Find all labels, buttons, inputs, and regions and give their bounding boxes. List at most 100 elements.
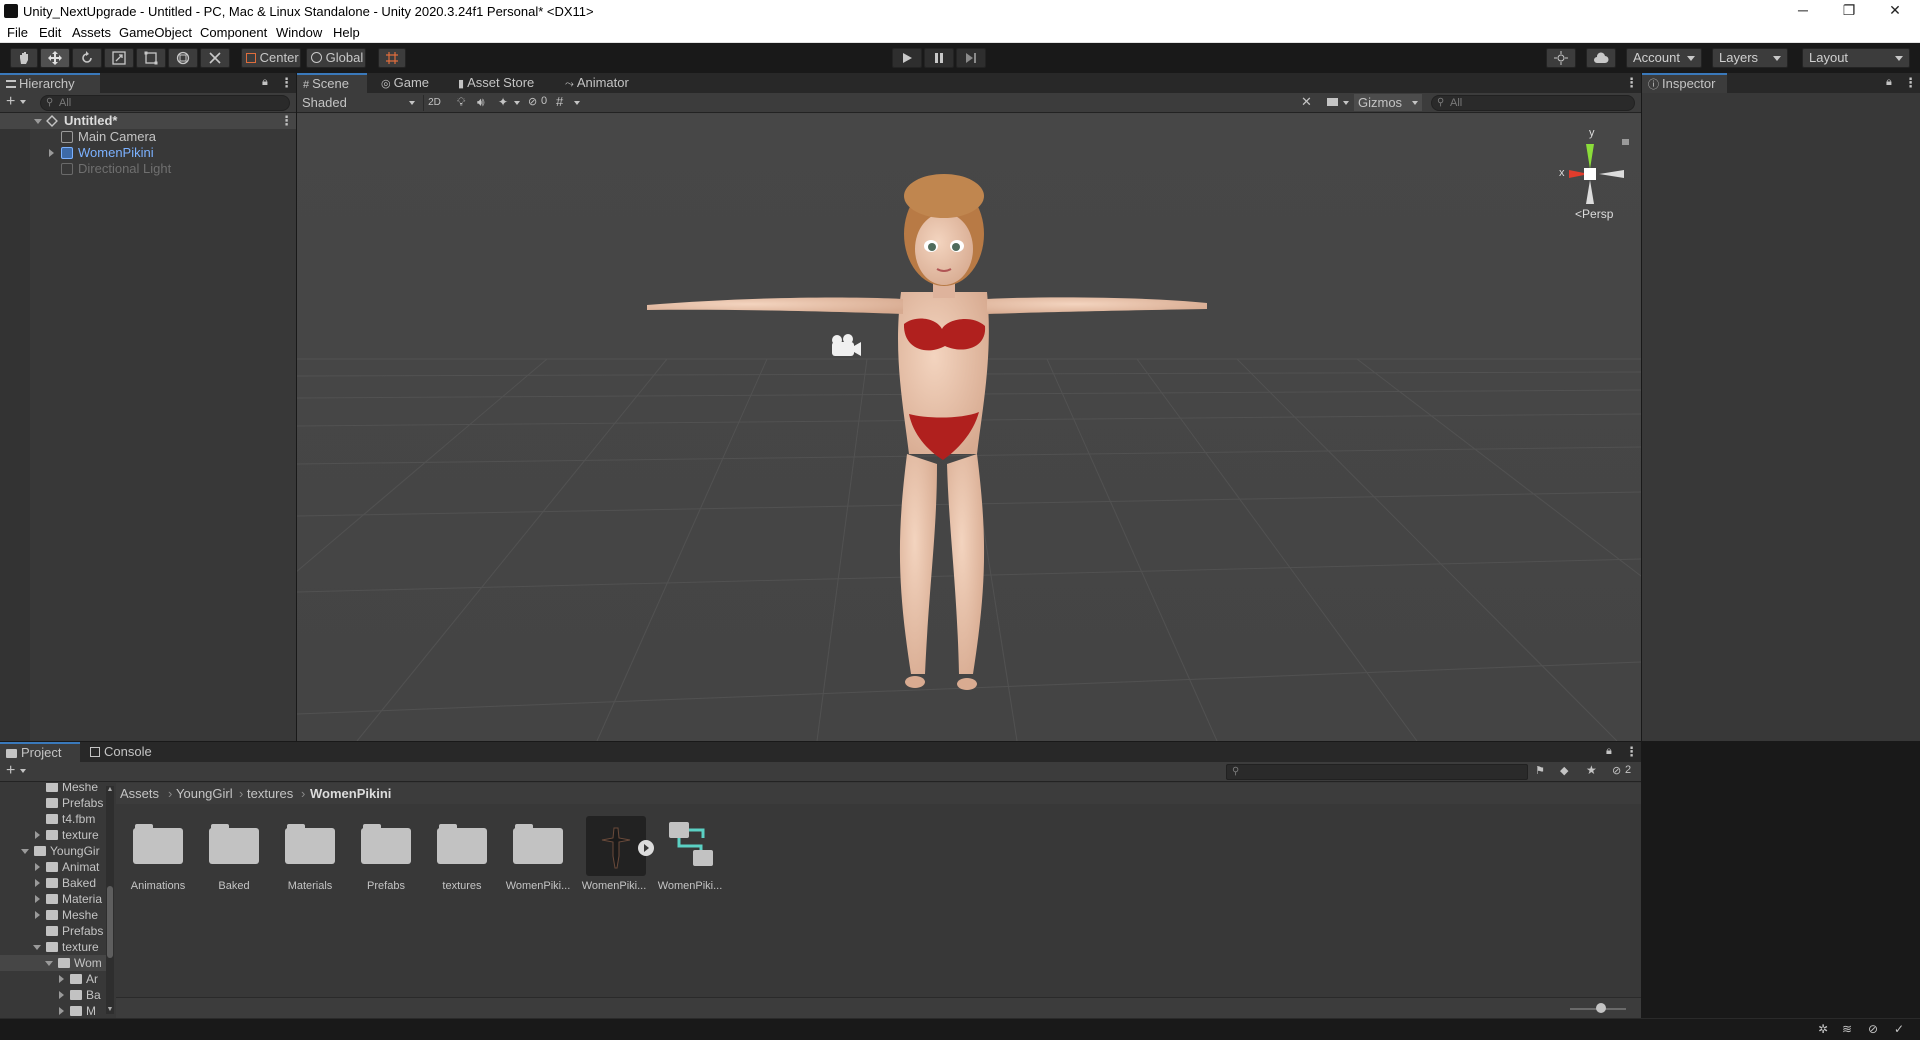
project-tree-item[interactable]: Meshe xyxy=(0,783,106,795)
scroll-down-icon[interactable]: ▼ xyxy=(106,1006,114,1014)
restore-button[interactable]: ❐ xyxy=(1826,0,1872,22)
minimize-button[interactable]: ─ xyxy=(1780,0,1826,22)
scene-menu-icon[interactable]: ⋮ xyxy=(280,113,293,129)
pause-button[interactable] xyxy=(924,48,954,68)
project-tree-item[interactable]: Baked xyxy=(0,875,106,891)
asset-item[interactable]: WomenPiki... xyxy=(500,804,576,896)
scroll-up-icon[interactable]: ▲ xyxy=(106,786,114,794)
tab-hierarchy[interactable]: Hierarchy xyxy=(0,73,100,93)
expand-arrow-icon[interactable] xyxy=(34,119,42,124)
add-icon[interactable]: + xyxy=(6,93,15,111)
search-by-type-icon[interactable]: ⚑ xyxy=(1535,764,1545,777)
rotate-tool-icon[interactable] xyxy=(72,48,102,68)
hierarchy-item[interactable]: Main Camera xyxy=(0,129,296,145)
lock-icon[interactable]: 🔒︎ xyxy=(262,76,268,89)
menu-assets[interactable]: Assets xyxy=(72,25,111,40)
chevron-down-icon[interactable] xyxy=(1343,101,1349,105)
project-tree-item[interactable]: Wom xyxy=(0,955,106,971)
asset-item[interactable]: Materials xyxy=(272,804,348,896)
auto-generate-lighting-icon[interactable]: ⊘ xyxy=(1868,1022,1878,1036)
lighting-icon[interactable]: 💡︎ xyxy=(457,95,465,110)
breadcrumb-item[interactable]: Assets xyxy=(120,783,159,804)
project-tree-item[interactable]: Prefabs xyxy=(0,795,106,811)
gizmos-dropdown[interactable]: Gizmos xyxy=(1354,94,1422,111)
lock-icon[interactable]: 🔒︎ xyxy=(1886,76,1892,89)
hidden-objects-icon[interactable]: ⊘ xyxy=(528,95,537,108)
menu-edit[interactable]: Edit xyxy=(39,25,61,40)
more-menu-icon[interactable]: ⋮ xyxy=(1625,75,1638,91)
collapse-arrow-icon[interactable] xyxy=(45,961,53,966)
asset-item[interactable]: textures xyxy=(424,804,500,896)
more-menu-icon[interactable]: ⋮ xyxy=(1625,744,1638,760)
tab-project[interactable]: Project xyxy=(0,742,80,762)
chevron-down-icon[interactable] xyxy=(20,100,26,104)
pivot-center-button[interactable]: Center xyxy=(241,48,301,68)
effects-icon[interactable]: ✦ xyxy=(498,95,508,109)
transform-tool-icon[interactable] xyxy=(168,48,198,68)
expand-arrow-icon[interactable] xyxy=(59,975,64,983)
expand-arrow-icon[interactable] xyxy=(49,149,54,157)
expand-arrow-icon[interactable] xyxy=(59,991,64,999)
custom-tool-icon[interactable] xyxy=(200,48,230,68)
asset-item[interactable]: WomenPiki... xyxy=(652,804,728,896)
tab-animator[interactable]: ⤳ Animator xyxy=(559,73,644,93)
icon-size-slider-thumb[interactable] xyxy=(1596,1003,1606,1013)
hierarchy-item[interactable]: WomenPikini xyxy=(0,145,296,161)
menu-file[interactable]: File xyxy=(7,25,28,40)
hidden-packages-icon[interactable]: ⊘ xyxy=(1612,764,1621,777)
favorite-star-icon[interactable]: ★ xyxy=(1586,763,1597,777)
project-tree-item[interactable]: texture xyxy=(0,939,106,955)
layers-dropdown[interactable]: Layers xyxy=(1712,48,1788,68)
breadcrumb-item[interactable]: YoungGirl xyxy=(176,783,233,804)
add-icon[interactable]: + xyxy=(6,762,15,780)
project-tree-item[interactable]: Ba xyxy=(0,987,106,1003)
progress-check-icon[interactable]: ✓ xyxy=(1894,1022,1904,1036)
scene-search-input[interactable]: ⚲ All xyxy=(1431,95,1635,111)
project-tree-item[interactable]: texture xyxy=(0,827,106,843)
project-tree-item[interactable]: Prefabs xyxy=(0,923,106,939)
tools-icon[interactable]: ✕ xyxy=(1301,94,1312,110)
project-tree-item[interactable]: t4.fbm xyxy=(0,811,106,827)
more-menu-icon[interactable]: ⋮ xyxy=(1904,75,1917,91)
tab-scene[interactable]: # Scene xyxy=(297,73,367,93)
2d-mode-toggle[interactable]: 2D xyxy=(423,95,445,111)
breadcrumb-item[interactable]: textures xyxy=(247,783,293,804)
tree-scrollbar[interactable]: ▲ ▼ xyxy=(106,786,114,1014)
cloud-icon[interactable] xyxy=(1586,48,1616,68)
expand-arrow-icon[interactable] xyxy=(35,879,40,887)
menu-help[interactable]: Help xyxy=(333,25,360,40)
project-tree-item[interactable]: M xyxy=(0,1003,106,1018)
scene-row[interactable]: Untitled* ⋮ xyxy=(0,113,296,129)
play-button[interactable] xyxy=(892,48,922,68)
grid-snap-icon[interactable] xyxy=(378,48,406,68)
tab-console[interactable]: Console xyxy=(84,742,164,762)
project-search-input[interactable]: ⚲ xyxy=(1226,764,1528,780)
collab-icon[interactable] xyxy=(1546,48,1576,68)
menu-window[interactable]: Window xyxy=(276,25,322,40)
project-tree-item[interactable]: Meshe xyxy=(0,907,106,923)
move-tool-icon[interactable] xyxy=(40,48,70,68)
project-tree-item[interactable]: Materia xyxy=(0,891,106,907)
search-by-label-icon[interactable]: ◆ xyxy=(1560,764,1568,777)
expand-arrow-icon[interactable] xyxy=(35,863,40,871)
tab-asset-store[interactable]: ▮ Asset Store xyxy=(452,73,542,93)
chevron-down-icon[interactable] xyxy=(574,101,580,105)
asset-item[interactable]: WomenPiki... xyxy=(576,804,654,896)
scroll-thumb[interactable] xyxy=(107,886,113,958)
breadcrumb-item[interactable]: WomenPikini xyxy=(310,783,391,804)
project-tree-item[interactable]: YoungGir xyxy=(0,843,106,859)
expand-arrow-icon[interactable] xyxy=(35,911,40,919)
more-menu-icon[interactable]: ⋮ xyxy=(280,75,293,91)
asset-item[interactable]: Prefabs xyxy=(348,804,424,896)
project-tree-item[interactable]: Animat xyxy=(0,859,106,875)
collapse-arrow-icon[interactable] xyxy=(33,945,41,950)
step-button[interactable] xyxy=(956,48,986,68)
project-tree-item[interactable]: Ar xyxy=(0,971,106,987)
hand-tool-icon[interactable] xyxy=(10,48,38,68)
camera-icon[interactable] xyxy=(1327,98,1338,106)
debug-icon[interactable]: ✲ xyxy=(1818,1022,1828,1036)
scale-tool-icon[interactable] xyxy=(104,48,134,68)
hierarchy-search-input[interactable]: ⚲ All xyxy=(40,95,290,111)
expand-arrow-icon[interactable] xyxy=(35,831,40,839)
rect-tool-icon[interactable] xyxy=(136,48,166,68)
